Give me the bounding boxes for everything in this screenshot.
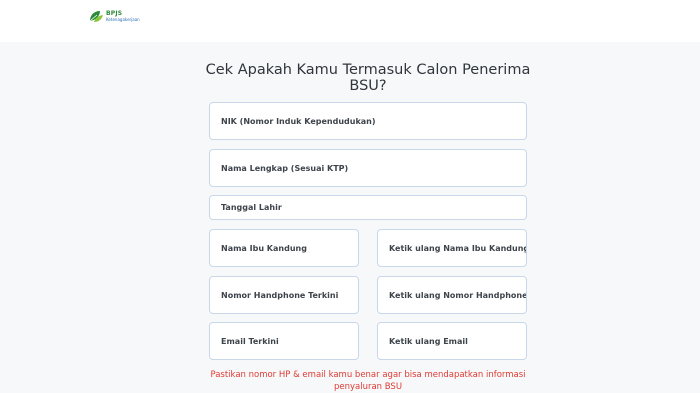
logo-subtitle: Ketenagakerjaan xyxy=(106,16,140,22)
nik-field[interactable] xyxy=(209,102,527,140)
email-confirm-input[interactable] xyxy=(378,323,526,359)
phone-input[interactable] xyxy=(210,277,358,313)
bpjs-leaf-icon xyxy=(89,11,103,22)
bpjs-logo[interactable]: BPJS Ketenagakerjaan xyxy=(88,9,140,23)
warning-note: Pastikan nomor HP & email kamu benar aga… xyxy=(210,370,526,392)
birth-date-field[interactable] xyxy=(209,195,527,220)
full-name-field[interactable] xyxy=(209,149,527,187)
email-input[interactable] xyxy=(210,323,358,359)
nik-input[interactable] xyxy=(210,103,526,139)
birth-date-input[interactable] xyxy=(210,196,526,219)
phone-field[interactable] xyxy=(209,276,359,314)
phone-confirm-input[interactable] xyxy=(378,277,526,313)
email-field[interactable] xyxy=(209,322,359,360)
mother-name-confirm-field[interactable] xyxy=(377,229,527,267)
mother-name-field[interactable] xyxy=(209,229,359,267)
top-header: BPJS Ketenagakerjaan xyxy=(0,0,700,42)
form-title: Cek Apakah Kamu Termasuk Calon Penerima … xyxy=(205,62,531,94)
phone-confirm-field[interactable] xyxy=(377,276,527,314)
full-name-input[interactable] xyxy=(210,150,526,186)
mother-name-input[interactable] xyxy=(210,230,358,266)
logo-name: BPJS xyxy=(106,9,123,17)
email-confirm-field[interactable] xyxy=(377,322,527,360)
mother-name-confirm-input[interactable] xyxy=(378,230,526,266)
